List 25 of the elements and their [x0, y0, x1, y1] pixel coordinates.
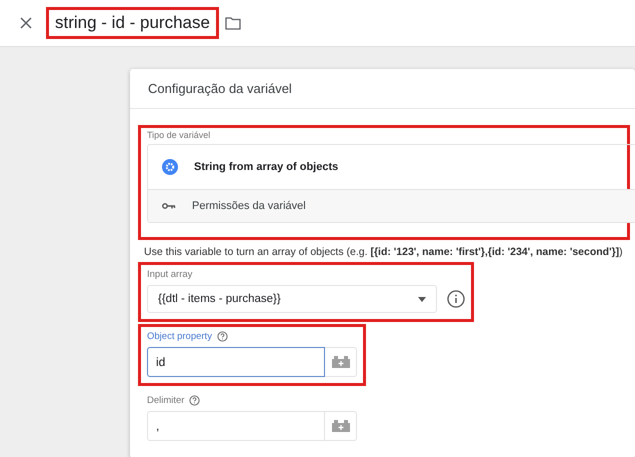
help-icon[interactable] [189, 395, 200, 406]
variable-brick-icon [332, 420, 350, 432]
insert-variable-button[interactable] [325, 411, 357, 441]
folder-icon[interactable] [224, 16, 241, 30]
card-title: Configuração da variável [130, 69, 635, 109]
close-icon[interactable] [20, 17, 32, 29]
help-icon[interactable] [216, 331, 228, 342]
dropdown-caret-icon [418, 296, 426, 302]
field-label: Object property [147, 331, 212, 342]
description-text: Use this variable to turn an array of objects (e.g. [{id: '123', name: 'first'},{id: '234', name: 'second'}]) [144, 246, 624, 258]
variable-type-card[interactable]: String from array of objects Permissões da variável [147, 144, 635, 223]
field-label: Input array [147, 269, 192, 280]
section-label: Tipo de variável [147, 130, 212, 140]
text-field[interactable]: , [147, 411, 325, 441]
info-icon[interactable] [447, 290, 465, 308]
variable-name[interactable]: string - id - purchase [49, 10, 216, 36]
key-icon [162, 202, 176, 210]
variable-type-name: String from array of objects [194, 161, 338, 173]
variable-brick-icon [332, 356, 350, 368]
insert-variable-button[interactable] [325, 347, 357, 377]
text-field[interactable]: id [147, 347, 325, 377]
gear-icon [162, 159, 178, 175]
select-field[interactable]: {{dtl - items - purchase}} [147, 285, 437, 313]
permissions-label: Permissões da variável [192, 200, 306, 212]
field-label: Delimiter [147, 395, 184, 406]
